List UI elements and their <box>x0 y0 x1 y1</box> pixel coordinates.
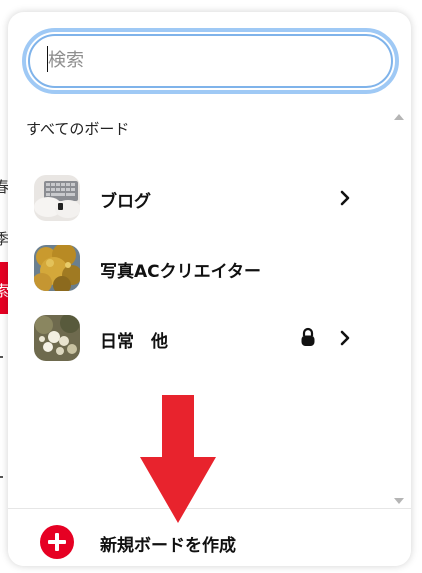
scroll-down-arrow-icon[interactable] <box>394 498 404 504</box>
plus-circle-icon[interactable] <box>40 525 74 559</box>
screen: 春 季 索 すべてのボード <box>0 0 422 573</box>
search-input[interactable] <box>48 45 368 75</box>
board-name: 写真ACクリエイター <box>100 262 261 282</box>
background-text-2: 季 <box>0 230 8 248</box>
scroll-up-arrow-icon[interactable] <box>394 114 404 120</box>
annotation-arrow-down <box>140 395 216 523</box>
lock-icon <box>301 327 315 346</box>
background-text-3: 索 <box>0 282 8 300</box>
chevron-right-icon <box>340 190 350 206</box>
keyboard-photo-thumbnail <box>34 175 80 221</box>
flowers-thumbnail <box>34 315 80 361</box>
board-item-daily-etc[interactable]: 日常 他 <box>34 315 364 365</box>
search-field[interactable] <box>22 28 399 94</box>
background-mark-2 <box>0 476 3 478</box>
chevron-right-icon <box>340 330 350 346</box>
board-name: ブログ <box>100 192 151 212</box>
board-list-scrollbar[interactable] <box>391 108 407 508</box>
board-name: 日常 他 <box>100 332 168 352</box>
autumn-leaves-thumbnail <box>34 245 80 291</box>
background-text-1: 春 <box>0 178 8 196</box>
board-item-photo-ac-creator[interactable]: 写真ACクリエイター <box>34 245 364 295</box>
section-label-all-boards: すべてのボード <box>26 120 130 138</box>
create-board-label: 新規ボードを作成 <box>100 536 236 556</box>
board-item-blog[interactable]: ブログ <box>34 175 364 225</box>
background-mark-1 <box>0 356 3 358</box>
